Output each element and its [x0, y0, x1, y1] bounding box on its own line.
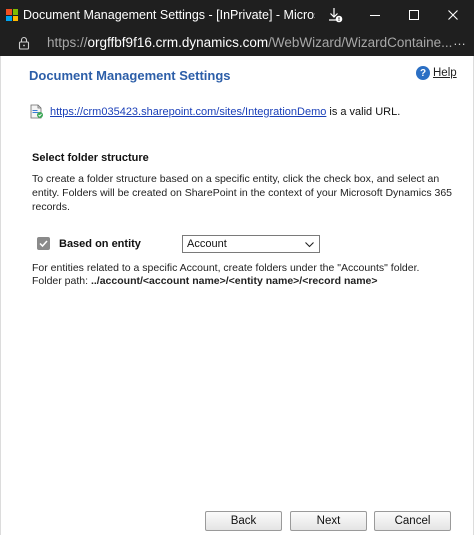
close-icon	[448, 10, 458, 20]
entity-select-value: Account	[187, 238, 227, 250]
section-description: To create a folder structure based on a …	[32, 173, 453, 213]
document-icon	[30, 104, 43, 119]
back-button[interactable]: Back	[205, 511, 282, 531]
valid-url-suffix: is a valid URL.	[329, 105, 401, 118]
wizard-content: Document Management Settings ? Help http…	[0, 56, 474, 535]
window-title-bar: Document Management Settings - [InPrivat…	[0, 0, 474, 30]
help-label: Help	[433, 67, 457, 79]
address-bar: https://orgffbf9f16.crm.dynamics.com/Web…	[0, 30, 474, 56]
close-button[interactable]	[434, 0, 472, 30]
url-text[interactable]: https://orgffbf9f16.crm.dynamics.com/Web…	[47, 35, 455, 50]
maximize-button[interactable]	[395, 0, 433, 30]
folder-path-label: Folder path:	[32, 275, 89, 287]
url-validation-message: https://crm035423.sharepoint.com/sites/I…	[30, 104, 400, 119]
folder-note: For entities related to a specific Accou…	[32, 262, 420, 274]
window-title: Document Management Settings - [InPrivat…	[23, 8, 315, 22]
entity-row: Based on entity Account	[37, 235, 337, 256]
minimize-icon	[370, 15, 380, 16]
folder-path-value: ../account/<account name>/<entity name>/…	[90, 275, 378, 287]
checkmark-icon	[39, 240, 48, 248]
entity-select[interactable]: Account	[182, 235, 320, 253]
based-on-entity-checkbox[interactable]	[37, 237, 50, 250]
download-button[interactable]	[316, 0, 354, 30]
folder-path-row: Folder path: ../account/<account name>/<…	[32, 275, 378, 287]
download-icon	[329, 8, 343, 23]
next-button[interactable]: Next	[290, 511, 367, 531]
section-title: Select folder structure	[32, 152, 149, 164]
url-scheme: https://	[47, 35, 88, 50]
page-title: Document Management Settings	[29, 68, 231, 83]
url-path: /WebWizard/WizardContaine...	[268, 35, 453, 50]
more-icon[interactable]: …	[453, 33, 466, 48]
maximize-icon	[409, 10, 419, 20]
cancel-button[interactable]: Cancel	[374, 511, 451, 531]
help-link[interactable]: ? Help	[416, 66, 457, 80]
url-host: orgffbf9f16.crm.dynamics.com	[87, 35, 269, 50]
sharepoint-url-link[interactable]: https://crm035423.sharepoint.com/sites/I…	[50, 106, 326, 118]
based-on-entity-label: Based on entity	[59, 238, 141, 250]
microsoft-logo-icon	[6, 9, 18, 21]
lock-icon	[18, 36, 30, 50]
help-icon: ?	[416, 66, 430, 80]
chevron-down-icon	[305, 242, 314, 248]
minimize-button[interactable]	[356, 0, 394, 30]
